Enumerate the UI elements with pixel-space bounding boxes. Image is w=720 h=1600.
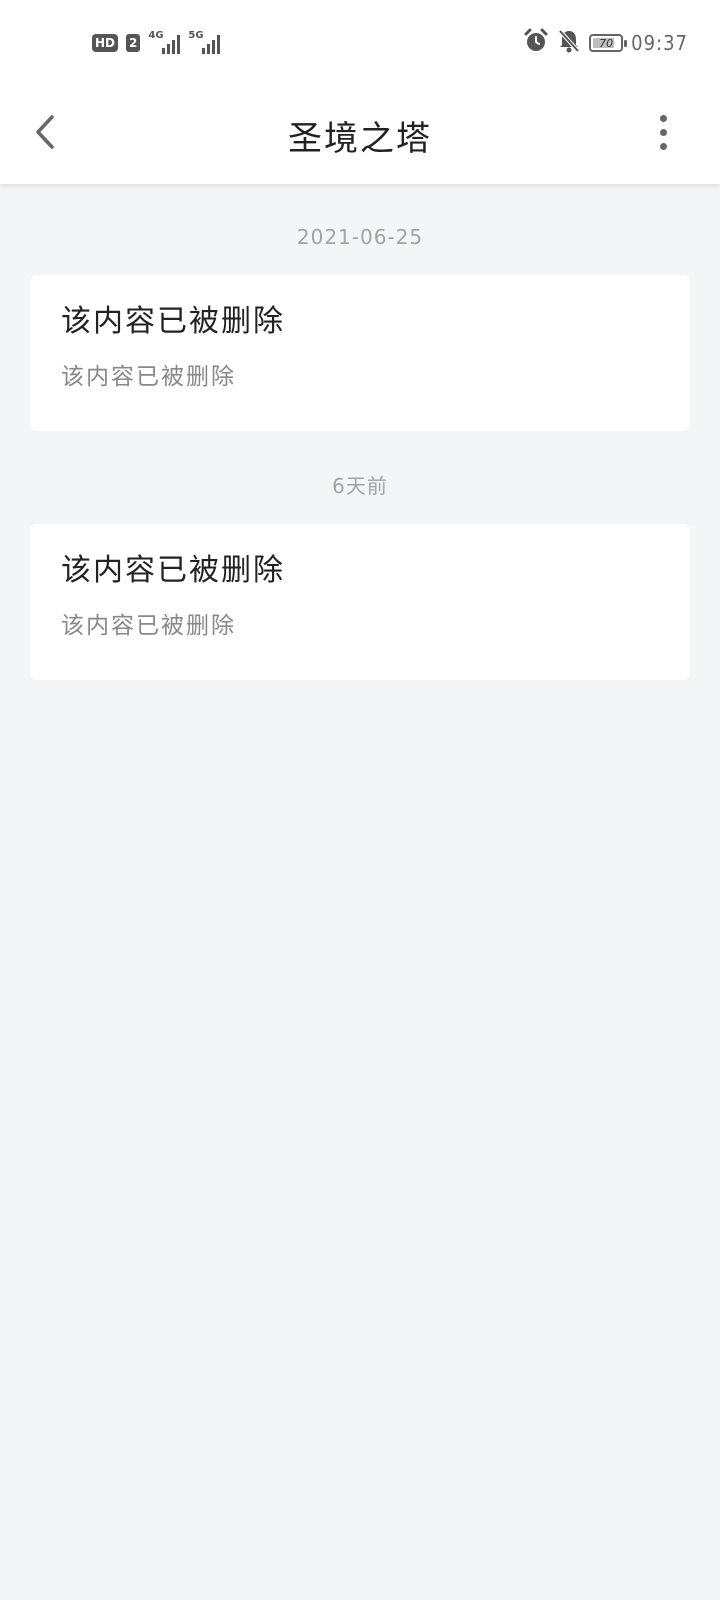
app-header: 圣境之塔: [0, 85, 720, 184]
more-vertical-icon: [659, 114, 667, 122]
network-type-label: 5G: [188, 30, 204, 41]
timestamp-label: 6天前: [332, 474, 388, 498]
card-title: 该内容已被删除: [61, 553, 285, 588]
card-body: 该内容已被删除: [61, 364, 236, 390]
status-bar: HD 2 4G 5G 70 09:37: [0, 0, 720, 85]
message-card[interactable]: 该内容已被删除 该内容已被删除: [30, 524, 690, 680]
card-title: 该内容已被删除: [61, 304, 285, 339]
network-type-label: 4G: [148, 30, 164, 41]
alarm-icon: [523, 28, 549, 58]
status-right: 70 09:37: [523, 28, 688, 58]
hd-badge: HD: [92, 34, 119, 52]
card-body: 该内容已被删除: [61, 613, 236, 639]
message-card[interactable]: 该内容已被删除 该内容已被删除: [30, 275, 690, 431]
message-feed: 2021-06-25 该内容已被删除 该内容已被删除 6天前 该内容已被删除 该…: [0, 184, 720, 680]
timestamp-label: 2021-06-25: [296, 225, 424, 249]
page-title: 圣境之塔: [288, 119, 432, 159]
clock: 09:37: [631, 31, 688, 55]
signal-4g-icon: 4G: [148, 30, 181, 54]
status-left: HD 2 4G 5G: [92, 30, 221, 56]
more-options-button[interactable]: [648, 109, 678, 155]
battery-level: 70: [599, 36, 614, 50]
signal-5g-icon: 5G: [188, 30, 221, 54]
battery-icon: 70: [589, 34, 628, 52]
mute-bell-icon: [557, 28, 581, 58]
sim-badge: 2: [126, 34, 141, 52]
